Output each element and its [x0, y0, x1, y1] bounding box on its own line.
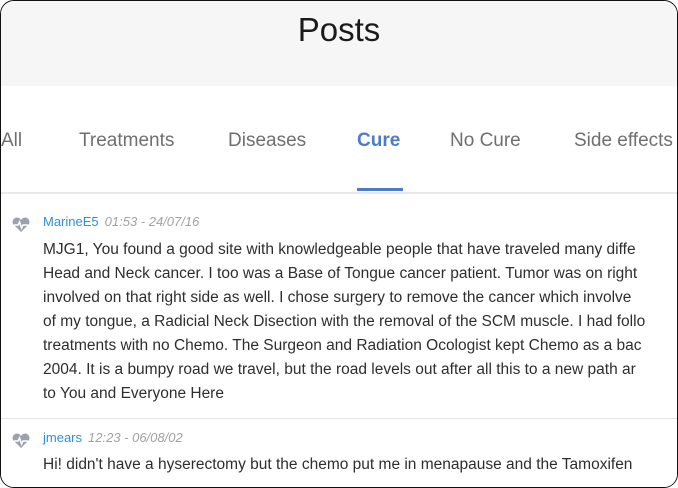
tab-bar: All Treatments Diseases Cure No Cure Sid… [1, 86, 677, 194]
post-line: of my tongue, a Radicial Neck Disection … [43, 313, 646, 330]
tab-no-cure[interactable]: No Cure [450, 130, 521, 152]
post-author[interactable]: jmears [43, 430, 82, 445]
post-item[interactable]: jmears 12:23 - 06/08/02 Hi! didn't have a… [1, 419, 677, 487]
post-timestamp: 01:53 - 24/07/16 [104, 214, 200, 229]
heart-pulse-icon [12, 433, 30, 448]
post-line: treatments with no Chemo. The Surgeon an… [43, 337, 642, 354]
active-tab-indicator [357, 188, 403, 191]
tab-treatments[interactable]: Treatments [79, 130, 174, 152]
post-meta: jmears 12:23 - 06/08/02 [43, 430, 183, 445]
post-timestamp: 12:23 - 06/08/02 [88, 430, 183, 445]
post-body: Hi! didn't have a hyserectomy but the ch… [43, 453, 632, 477]
heart-pulse-icon [12, 217, 30, 232]
post-meta: MarineE5 01:53 - 24/07/16 [43, 214, 199, 229]
post-line: MJG1, You found a good site with knowled… [43, 241, 636, 258]
header-bar: Posts [1, 1, 677, 86]
posts-feed[interactable]: MarineE5 01:53 - 24/07/16 MJG1, You found… [1, 194, 677, 487]
post-line: to You and Everyone Here [43, 385, 224, 402]
tab-all[interactable]: All [1, 130, 22, 152]
app-frame: Posts All Treatments Diseases Cure No Cu… [0, 0, 678, 488]
tab-side-effects[interactable]: Side effects [574, 130, 673, 152]
post-author[interactable]: MarineE5 [43, 214, 99, 229]
tab-cure[interactable]: Cure [357, 130, 400, 152]
page-title: Posts [297, 11, 381, 48]
post-body: MJG1, You found a good site with knowled… [43, 238, 645, 406]
tab-diseases[interactable]: Diseases [228, 130, 306, 152]
post-line: Head and Neck cancer. I too was a Base o… [43, 265, 638, 282]
post-item[interactable]: MarineE5 01:53 - 24/07/16 MJG1, You found… [1, 194, 677, 419]
post-line: Hi! didn't have a hyserectomy but the ch… [43, 456, 633, 473]
post-line: 2004. It is a bumpy road we travel, but … [43, 361, 636, 378]
post-line: involved on that right side as well. I c… [43, 289, 632, 306]
